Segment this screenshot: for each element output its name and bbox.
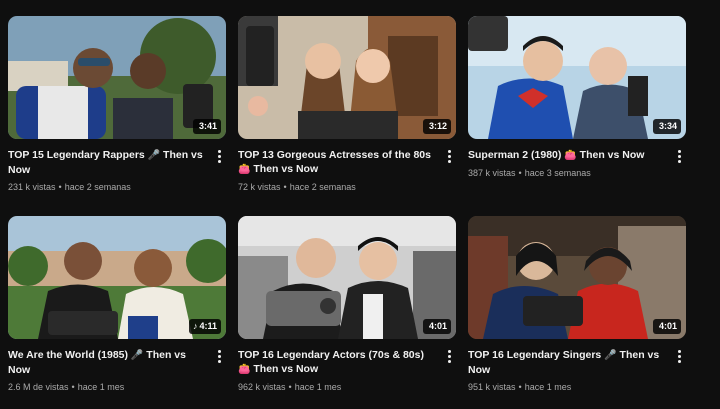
video-thumbnail[interactable]: ♪ 4:11 (8, 216, 226, 339)
video-meta: We Are the World (1985) 🎤 Then vs Now 2.… (8, 348, 226, 393)
video-card[interactable]: 3:12 TOP 13 Gorgeous Actresses of the 80… (238, 16, 456, 193)
video-stats: 951 k vistas • hace 1 mes (468, 381, 668, 393)
separator: • (518, 382, 522, 392)
upload-age: hace 2 semanas (289, 182, 356, 192)
title-emoji: 🎤 (604, 350, 617, 361)
kebab-menu-icon[interactable] (212, 148, 226, 164)
video-stats: 962 k vistas • hace 1 mes (238, 381, 438, 393)
upload-age: hace 2 semanas (64, 182, 131, 192)
video-meta: TOP 16 Legendary Singers 🎤 Then vs Now 9… (468, 348, 686, 393)
video-thumbnail[interactable]: 3:12 (238, 16, 456, 139)
video-card[interactable]: 3:34 Superman 2 (1980) 👛 Then vs Now 387… (468, 16, 686, 179)
video-title[interactable]: TOP 16 Legendary Actors (70s & 80s) 👛 Th… (238, 348, 438, 377)
view-count: 962 k vistas (238, 382, 286, 392)
separator: • (283, 182, 287, 192)
view-count: 387 k vistas (468, 168, 516, 178)
video-meta: TOP 15 Legendary Rappers 🎤 Then vs Now 2… (8, 148, 226, 193)
upload-age: hace 1 mes (294, 382, 342, 392)
separator: • (288, 382, 292, 392)
video-duration: ♪ 4:11 (188, 319, 221, 334)
video-card[interactable]: 4:01 TOP 16 Legendary Actors (70s & 80s)… (238, 216, 456, 393)
upload-age: hace 3 semanas (524, 168, 591, 178)
view-count: 231 k vistas (8, 182, 56, 192)
video-duration: 3:12 (422, 119, 451, 134)
kebab-menu-icon[interactable] (672, 348, 686, 364)
upload-age: hace 1 mes (77, 382, 125, 392)
view-count: 951 k vistas (468, 382, 516, 392)
video-duration: 3:34 (652, 119, 681, 134)
video-stats: 72 k vistas • hace 2 semanas (238, 181, 438, 193)
view-count: 2.6 M de vistas (8, 382, 69, 392)
title-emoji: 👛 (564, 150, 577, 161)
video-meta: Superman 2 (1980) 👛 Then vs Now 387 k vi… (468, 148, 686, 179)
video-stats: 387 k vistas • hace 3 semanas (468, 167, 668, 179)
separator: • (518, 168, 522, 178)
video-title[interactable]: TOP 13 Gorgeous Actresses of the 80s 👛 T… (238, 148, 438, 177)
video-title[interactable]: TOP 15 Legendary Rappers 🎤 Then vs Now (8, 148, 208, 177)
upload-age: hace 1 mes (524, 382, 572, 392)
video-stats: 2.6 M de vistas • hace 1 mes (8, 381, 208, 393)
kebab-menu-icon[interactable] (442, 348, 456, 364)
music-note-icon: ♪ (192, 321, 198, 331)
video-title[interactable]: Superman 2 (1980) 👛 Then vs Now (468, 148, 668, 163)
video-meta: TOP 16 Legendary Actors (70s & 80s) 👛 Th… (238, 348, 456, 393)
separator: • (71, 382, 75, 392)
video-title[interactable]: We Are the World (1985) 🎤 Then vs Now (8, 348, 208, 377)
separator: • (58, 182, 62, 192)
video-thumbnail[interactable]: 3:41 (8, 16, 226, 139)
video-duration: 4:01 (422, 319, 451, 334)
video-thumbnail[interactable]: 3:34 (468, 16, 686, 139)
title-emoji: 👛 (238, 364, 251, 375)
title-emoji: 🎤 (147, 150, 161, 161)
video-thumbnail[interactable]: 4:01 (238, 216, 456, 339)
video-title[interactable]: TOP 16 Legendary Singers 🎤 Then vs Now (468, 348, 668, 377)
video-thumbnail[interactable]: 4:01 (468, 216, 686, 339)
video-stats: 231 k vistas • hace 2 semanas (8, 181, 208, 193)
title-emoji: 🎤 (130, 350, 144, 361)
video-duration: 3:41 (192, 119, 221, 134)
video-card[interactable]: ♪ 4:11 We Are the World (1985) 🎤 Then vs … (8, 216, 226, 393)
kebab-menu-icon[interactable] (212, 348, 226, 364)
kebab-menu-icon[interactable] (442, 148, 456, 164)
view-count: 72 k vistas (238, 182, 281, 192)
video-card[interactable]: 4:01 TOP 16 Legendary Singers 🎤 Then vs … (468, 216, 686, 393)
kebab-menu-icon[interactable] (672, 148, 686, 164)
title-emoji: 👛 (238, 164, 251, 175)
video-meta: TOP 13 Gorgeous Actresses of the 80s 👛 T… (238, 148, 456, 193)
video-card[interactable]: 3:41 TOP 15 Legendary Rappers 🎤 Then vs … (8, 16, 226, 193)
video-duration: 4:01 (652, 319, 681, 334)
